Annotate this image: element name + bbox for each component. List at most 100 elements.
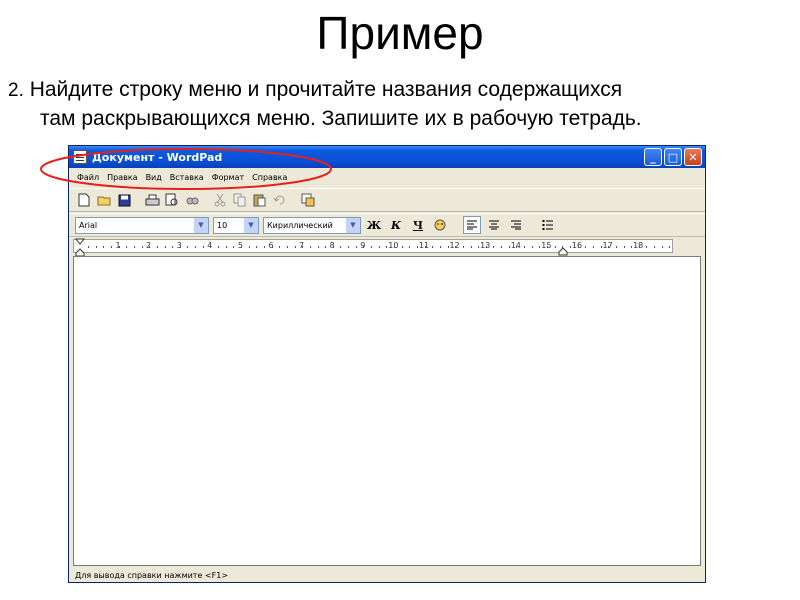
ruler-tick (470, 246, 472, 248)
color-icon[interactable] (431, 216, 449, 234)
ruler-tick (631, 246, 633, 248)
indent-marker-icon[interactable] (75, 238, 85, 258)
ruler-tick (286, 246, 288, 248)
right-indent-marker-icon[interactable] (558, 246, 568, 256)
ruler-tick (179, 246, 181, 248)
print-icon[interactable] (143, 191, 161, 209)
ruler-tick (332, 246, 334, 248)
ruler-tick (615, 246, 617, 248)
ruler-tick (409, 246, 411, 248)
status-text: Для вывода справки нажмите <F1> (75, 570, 229, 580)
align-center-icon[interactable] (485, 216, 503, 234)
ruler-tick (348, 246, 350, 248)
close-button[interactable]: ✕ (684, 148, 702, 166)
wordpad-window: Документ - WordPad _ □ ✕ Файл Правка Вид… (68, 145, 706, 583)
ruler-tick (608, 246, 610, 248)
find-icon[interactable] (183, 191, 201, 209)
ruler-tick (195, 246, 197, 248)
menu-file[interactable]: Файл (73, 173, 103, 182)
ruler-tick (394, 246, 395, 248)
font-size-select[interactable]: 10 ▼ (213, 216, 259, 234)
maximize-button[interactable]: □ (664, 148, 682, 166)
menu-insert[interactable]: Вставка (166, 173, 208, 182)
ruler-tick (271, 246, 273, 248)
save-icon[interactable] (115, 191, 133, 209)
ruler-tick (88, 246, 89, 248)
bold-button[interactable]: Ж (365, 216, 383, 234)
format-toolbar: Arial ▼ 10 ▼ Кириллический ▼ Ж К Ч (69, 213, 705, 237)
align-left-icon[interactable] (463, 216, 481, 234)
ruler-tick (279, 246, 281, 248)
menu-view[interactable]: Вид (142, 173, 166, 182)
ruler-tick (493, 246, 495, 248)
ruler-tick (416, 246, 418, 248)
open-icon[interactable] (95, 191, 113, 209)
ruler-tick (485, 246, 487, 248)
menu-help[interactable]: Справка (248, 173, 291, 182)
ruler-tick (256, 246, 258, 248)
ruler-tick (156, 246, 158, 248)
ruler-tick (294, 246, 296, 248)
italic-button[interactable]: К (387, 216, 405, 234)
paste-icon[interactable] (251, 191, 269, 209)
underline-button[interactable]: Ч (409, 216, 427, 234)
instruction-line-1: Найдите строку меню и прочитайте названи… (23, 78, 623, 101)
ruler-tick (317, 246, 319, 248)
instruction-number: 2. (8, 80, 24, 101)
ruler-tick (661, 246, 663, 248)
menu-format[interactable]: Формат (208, 173, 248, 182)
undo-icon[interactable] (271, 191, 289, 209)
ruler-tick (202, 246, 204, 248)
ruler-tick (554, 246, 556, 248)
align-right-icon[interactable] (507, 216, 525, 234)
new-icon[interactable] (75, 191, 93, 209)
ruler-tick (340, 246, 342, 248)
ruler-tick (516, 246, 518, 248)
document-area[interactable] (73, 256, 701, 566)
minimize-button[interactable]: _ (644, 148, 662, 166)
ruler-tick (302, 246, 304, 248)
ruler-tick (439, 246, 441, 248)
insert-date-icon[interactable] (299, 191, 317, 209)
ruler-tick (103, 246, 105, 248)
chevron-down-icon[interactable]: ▼ (244, 217, 258, 233)
ruler-tick (669, 246, 671, 248)
ruler-tick (424, 246, 426, 248)
title-bar[interactable]: Документ - WordPad _ □ ✕ (69, 146, 705, 168)
cut-icon[interactable] (211, 191, 229, 209)
ruler-tick (432, 246, 434, 248)
ruler-tick (646, 246, 648, 248)
ruler[interactable]: 123456789101112131415161718 (73, 239, 673, 253)
ruler-tick (355, 246, 357, 248)
ruler-tick (141, 246, 143, 248)
ruler-tick (218, 246, 220, 248)
ruler-tick (654, 246, 656, 248)
ruler-tick (638, 246, 640, 248)
ruler-tick (592, 246, 594, 248)
font-name-select[interactable]: Arial ▼ (75, 216, 209, 234)
font-size-value: 10 (217, 220, 228, 230)
bullets-icon[interactable] (539, 216, 557, 234)
ruler-tick (569, 246, 571, 248)
ruler-tick (547, 246, 548, 248)
copy-icon[interactable] (231, 191, 249, 209)
wordpad-app-icon[interactable] (73, 150, 87, 164)
print-preview-icon[interactable] (163, 191, 181, 209)
ruler-tick (600, 246, 602, 248)
ruler-tick (447, 246, 449, 248)
ruler-tick (172, 246, 174, 248)
menu-edit[interactable]: Правка (103, 173, 141, 182)
chevron-down-icon[interactable]: ▼ (194, 217, 208, 233)
chevron-down-icon[interactable]: ▼ (346, 217, 360, 233)
ruler-tick (263, 246, 265, 248)
ruler-tick (126, 246, 128, 248)
ruler-tick (386, 246, 388, 248)
ruler-tick (462, 246, 464, 248)
ruler-tick (133, 246, 135, 248)
ruler-tick (187, 246, 189, 248)
ruler-tick (524, 246, 526, 248)
script-select[interactable]: Кириллический ▼ (263, 216, 361, 234)
window-controls: _ □ ✕ (644, 148, 702, 166)
ruler-tick (210, 246, 212, 248)
font-name-value: Arial (79, 220, 98, 230)
